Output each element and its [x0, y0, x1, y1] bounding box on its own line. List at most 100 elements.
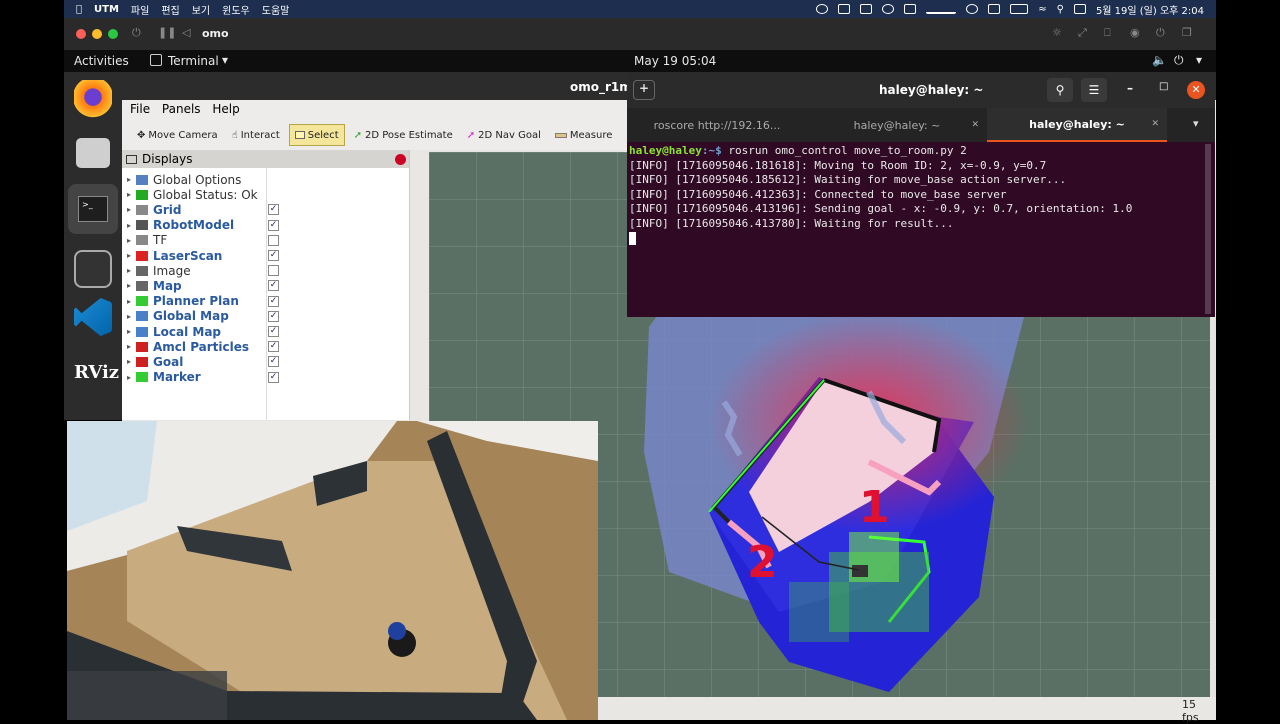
tab-close-active-icon[interactable]: ✕ — [1151, 119, 1159, 129]
expand-arrow-icon[interactable]: ▸ — [122, 236, 136, 245]
expand-arrow-icon[interactable]: ▸ — [122, 281, 136, 290]
minimize-window-button[interactable] — [92, 29, 102, 39]
input-method-icon[interactable] — [988, 4, 1001, 14]
display-checkbox[interactable]: ✓ — [268, 310, 279, 322]
display-checkbox[interactable]: ✓ — [268, 341, 279, 353]
move-camera-tool[interactable]: ✥ Move Camera — [132, 124, 223, 146]
expand-arrow-icon[interactable]: ▸ — [122, 312, 136, 321]
control-center-icon[interactable] — [1073, 4, 1086, 14]
volume-icon[interactable]: 🔈 — [1152, 53, 1167, 67]
tab-close-icon[interactable]: ✕ — [971, 120, 979, 130]
search-icon-terminal[interactable]: ⚲ — [1047, 78, 1073, 102]
menu-edit[interactable]: 편집 — [161, 2, 179, 17]
pose-estimate-tool[interactable]: ➚ 2D Pose Estimate — [349, 124, 458, 146]
display-checkbox[interactable]: ✓ — [268, 280, 279, 292]
menu-file[interactable]: 파일 — [131, 2, 149, 17]
ubuntu-clock[interactable]: May 19 05:04 — [634, 54, 716, 68]
play-icon[interactable] — [966, 4, 979, 14]
wifi-icon[interactable]: ≈ — [1038, 4, 1046, 15]
display-checkbox[interactable]: ✓ — [268, 204, 279, 216]
select-tool[interactable]: Select — [288, 124, 345, 146]
windows-icon[interactable]: ❐ — [1182, 26, 1192, 39]
activity-graph-icon[interactable] — [926, 4, 957, 14]
display-item-global-map[interactable]: ▸ Global Map ✓ — [122, 309, 410, 324]
chat-icon[interactable] — [882, 4, 895, 14]
files-icon[interactable] — [76, 138, 110, 168]
system-menu-chevron-icon[interactable]: ▾ — [1196, 53, 1202, 67]
expand-arrow-icon[interactable]: ▸ — [122, 266, 136, 275]
expand-arrow-icon[interactable]: ▸ — [122, 221, 136, 230]
search-icon[interactable]: ⚲ — [1057, 4, 1064, 15]
menu-help-rviz[interactable]: Help — [212, 102, 239, 116]
shutdown-icon[interactable]: ⏻ — [1156, 26, 1165, 40]
brightness-icon[interactable]: ☼ — [1052, 26, 1062, 39]
zoom-window-button[interactable] — [108, 29, 118, 39]
tab-haley-1[interactable]: haley@haley: ~ ✕ — [807, 108, 987, 142]
display-item-image[interactable]: ▸ Image — [122, 263, 410, 278]
tabs-dropdown-icon[interactable]: ▾ — [1193, 117, 1199, 130]
vscode-icon[interactable] — [74, 298, 112, 336]
expand-arrow-icon[interactable]: ▸ — [122, 327, 136, 336]
display-checkbox[interactable]: ✓ — [268, 219, 279, 231]
display-item-robotmodel[interactable]: ▸ RobotModel ✓ — [122, 218, 410, 233]
folder-icon[interactable] — [904, 4, 917, 14]
menu-file-rviz[interactable]: File — [130, 102, 150, 116]
expand-arrow-icon[interactable]: ▸ — [122, 190, 136, 199]
expand-arrow-icon[interactable]: ▸ — [122, 357, 136, 366]
display-checkbox[interactable]: ✓ — [268, 326, 279, 337]
record-icon[interactable] — [816, 4, 829, 14]
menu-view[interactable]: 보기 — [192, 2, 210, 17]
terminal-output[interactable]: haley@haley:~$ rosrun omo_control move_t… — [629, 144, 1209, 314]
new-tab-icon[interactable]: + — [633, 80, 655, 100]
battery-icon[interactable] — [1010, 4, 1029, 14]
back-icon[interactable]: ◁ — [182, 26, 190, 39]
apple-icon[interactable]:  — [76, 4, 82, 15]
display-item-amcl-particles[interactable]: ▸ Amcl Particles ✓ — [122, 339, 410, 354]
expand-arrow-icon[interactable]: ▸ — [122, 342, 136, 351]
hamburger-menu-icon[interactable]: ☰ — [1081, 78, 1107, 102]
expand-arrow-icon[interactable]: ▸ — [122, 175, 136, 184]
chevron-down-icon[interactable]: ▾ — [222, 53, 228, 67]
terminal-window-icon[interactable] — [74, 250, 112, 288]
close-window-button[interactable] — [76, 29, 86, 39]
usb-icon[interactable]: ⎕ — [1104, 26, 1111, 40]
tab-roscore[interactable]: roscore http://192.16... — [627, 108, 807, 142]
display-checkbox[interactable]: ✓ — [268, 295, 279, 307]
display-item-local-map[interactable]: ▸ Local Map ✓ — [122, 324, 410, 339]
activities-button[interactable]: Activities — [74, 54, 129, 68]
disk-icon[interactable]: ◉ — [1130, 26, 1140, 39]
terminal-scrollbar[interactable] — [1205, 144, 1211, 314]
menu-window[interactable]: 윈도우 — [222, 2, 250, 17]
expand-arrow-icon[interactable]: ▸ — [122, 251, 136, 260]
expand-arrow-icon[interactable]: ▸ — [122, 373, 136, 382]
resize-icon[interactable]: ⤢ — [1078, 26, 1087, 40]
display-checkbox[interactable] — [268, 265, 279, 277]
tab-haley-2[interactable]: haley@haley: ~ ✕ — [987, 108, 1167, 142]
measure-tool[interactable]: Measure — [550, 124, 618, 146]
rviz-icon[interactable]: RViz — [74, 354, 119, 392]
display-item-grid[interactable]: ▸ Grid ✓ — [122, 202, 410, 217]
maximize-icon[interactable]: □ — [1159, 81, 1168, 92]
minimize-icon[interactable]: – — [1127, 81, 1133, 95]
expand-arrow-icon[interactable]: ▸ — [122, 297, 136, 306]
notion-icon[interactable] — [838, 4, 851, 14]
display-checkbox[interactable] — [268, 234, 279, 246]
pause-icon[interactable]: ❚❚ — [158, 26, 176, 39]
display-item-marker[interactable]: ▸ Marker ✓ — [122, 370, 410, 385]
display-checkbox[interactable]: ✓ — [268, 371, 279, 383]
display-item-global-status-ok[interactable]: ▸ Global Status: Ok — [122, 187, 410, 202]
display-item-global-options[interactable]: ▸ Global Options — [122, 172, 410, 187]
firefox-icon[interactable] — [74, 80, 112, 118]
menu-help[interactable]: 도움말 — [262, 2, 290, 17]
power-menu-icon[interactable]: ⏻ — [1174, 53, 1184, 68]
display-item-laserscan[interactable]: ▸ LaserScan ✓ — [122, 248, 410, 263]
interact-tool[interactable]: ☝ Interact — [227, 124, 285, 146]
display-checkbox[interactable]: ✓ — [268, 250, 279, 261]
display-item-map[interactable]: ▸ Map ✓ — [122, 278, 410, 293]
display-item-planner-plan[interactable]: ▸ Planner Plan ✓ — [122, 294, 410, 309]
expand-arrow-icon[interactable]: ▸ — [122, 205, 136, 214]
power-icon[interactable]: ⏻ — [132, 26, 141, 40]
display-checkbox[interactable]: ✓ — [268, 356, 279, 368]
app-menu[interactable]: Terminal — [168, 54, 219, 68]
close-panel-icon[interactable] — [395, 153, 406, 165]
